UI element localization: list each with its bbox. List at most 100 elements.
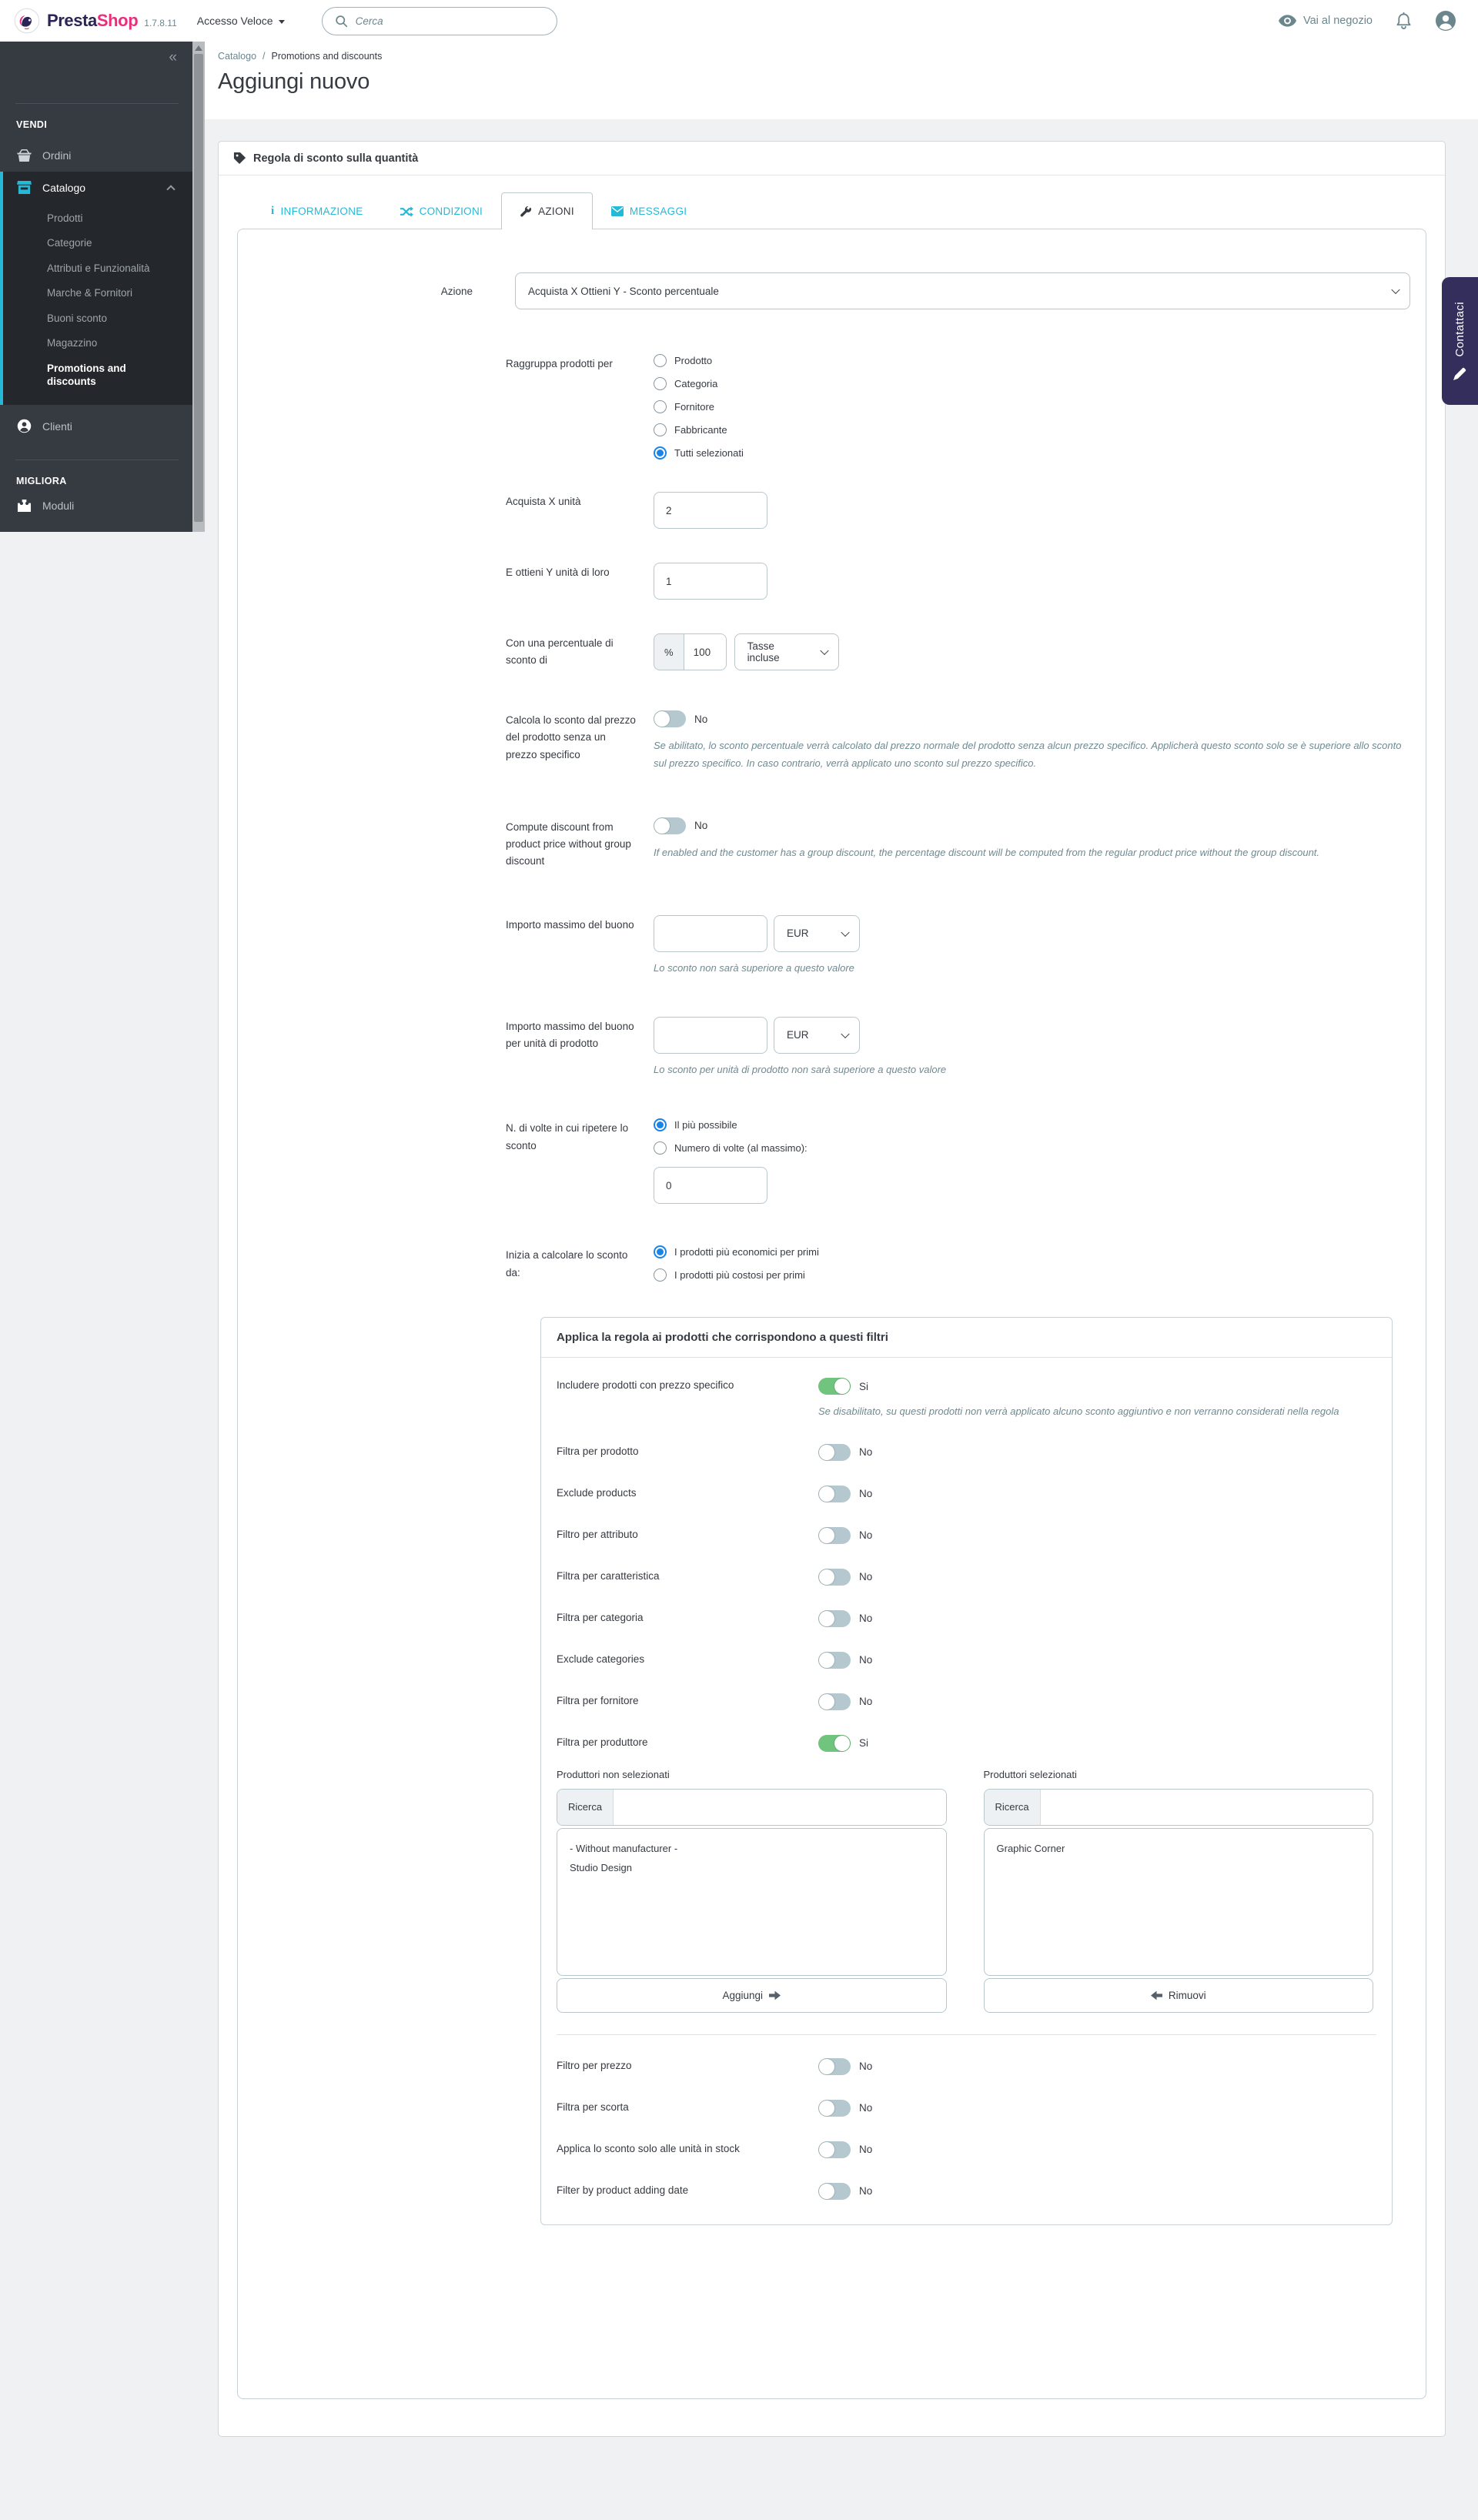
list-item[interactable]: - Without manufacturer - [570, 1839, 934, 1858]
exclude-categories-toggle[interactable] [818, 1652, 851, 1669]
add-manufacturer-button[interactable]: Aggiungi [557, 1978, 947, 2013]
radio-expensive-first[interactable]: I prodotti più costosi per primi [654, 1268, 1410, 1282]
percent-input[interactable] [684, 633, 727, 670]
repeat-label: N. di volte in cui ripetere lo sconto [506, 1118, 654, 1204]
radio-group-by-manufacturer[interactable]: Fabbricante [654, 423, 1410, 436]
buy-x-input[interactable] [654, 492, 767, 529]
radio-icon[interactable] [654, 423, 667, 436]
store-icon [16, 181, 32, 195]
radio-icon[interactable] [654, 1268, 667, 1282]
sidebar-item-products[interactable]: Prodotti [3, 206, 192, 231]
radio-checked-icon[interactable] [654, 1118, 667, 1131]
get-y-input[interactable] [654, 563, 767, 600]
sidebar-item-brands[interactable]: Marche & Fornitori [3, 281, 192, 306]
selected-search-input[interactable] [1041, 1790, 1373, 1825]
sidebar-item-modules[interactable]: Moduli [0, 496, 192, 522]
filter-product-toggle[interactable] [818, 1444, 851, 1461]
sidebar-item-customers[interactable]: Clienti [0, 409, 192, 443]
no-specific-price-help: Se abilitato, lo sconto percentuale verr… [654, 737, 1410, 773]
sidebar-item-attributes[interactable]: Attributi e Funzionalità [3, 256, 192, 281]
filter-stock-row: Filtra per scorta No [557, 2100, 1373, 2117]
search-input[interactable] [356, 15, 544, 27]
filter-supplier-toggle[interactable] [818, 1693, 851, 1710]
sidebar-collapse-button[interactable]: « [0, 42, 192, 66]
selected-manufacturers-title: Produttori selezionati [984, 1769, 1374, 1780]
unselected-search-input[interactable] [614, 1790, 945, 1825]
unselected-search-label: Ricerca [557, 1790, 614, 1825]
contact-us-tab[interactable]: Contattaci [1442, 277, 1478, 405]
radio-icon[interactable] [654, 1141, 667, 1155]
no-group-discount-toggle[interactable] [654, 817, 686, 834]
remove-manufacturer-button[interactable]: Rimuovi [984, 1978, 1374, 2013]
unselected-manufacturers-list[interactable]: - Without manufacturer - Studio Design [557, 1828, 947, 1976]
filter-price-toggle[interactable] [818, 2058, 851, 2075]
breadcrumb-parent[interactable]: Catalogo [218, 51, 256, 62]
view-shop-link[interactable]: Vai al negozio [1279, 15, 1373, 27]
filter-category-toggle[interactable] [818, 1610, 851, 1627]
sidebar-item-stock[interactable]: Magazzino [3, 331, 192, 356]
tab-condizioni[interactable]: CONDIZIONI [382, 192, 502, 229]
radio-checked-icon[interactable] [654, 446, 667, 460]
sidebar-section-improve: MIGLIORA [0, 460, 192, 496]
tab-azioni[interactable]: AZIONI [501, 192, 593, 229]
eye-icon [1279, 15, 1296, 27]
tax-select[interactable]: Tasse incluse [734, 633, 839, 670]
sidebar-item-promotions[interactable]: Promotions and discounts [3, 356, 165, 394]
radio-repeat-number[interactable]: Numero di volte (al massimo): [654, 1141, 1410, 1155]
radio-group-by-all-selected[interactable]: Tutti selezionati [654, 446, 1410, 460]
max-amount-unit-input[interactable] [654, 1017, 767, 1054]
group-by-label: Raggruppa prodotti per [506, 354, 654, 460]
repeat-number-input[interactable] [654, 1167, 767, 1204]
action-select[interactable]: Acquista X Ottieni Y - Sconto percentual… [515, 272, 1410, 309]
sidebar-scrollbar[interactable] [192, 42, 205, 532]
action-row: Azione Acquista X Ottieni Y - Sconto per… [238, 272, 1410, 309]
max-amount-input[interactable] [654, 915, 767, 952]
filter-adding-date-toggle[interactable] [818, 2183, 851, 2200]
tab-bar: i INFORMAZIONE CONDIZIONI [252, 192, 1426, 229]
sidebar-item-catalog[interactable]: Catalogo [3, 172, 192, 204]
arrow-right-icon [769, 1990, 781, 2000]
list-item[interactable]: Studio Design [570, 1858, 934, 1877]
sidebar-item-categories[interactable]: Categorie [3, 231, 192, 256]
page-header: Catalogo / Promotions and discounts Aggi… [205, 42, 1478, 119]
selected-manufacturers-list[interactable]: Graphic Corner [984, 1828, 1374, 1976]
radio-icon[interactable] [654, 377, 667, 390]
radio-checked-icon[interactable] [654, 1245, 667, 1258]
breadcrumb-current[interactable]: Promotions and discounts [272, 51, 383, 62]
user-avatar-icon[interactable] [1435, 10, 1456, 32]
filter-manufacturer-toggle[interactable] [818, 1735, 851, 1752]
radio-repeat-max[interactable]: Il più possibile [654, 1118, 1410, 1131]
radio-group-by-category[interactable]: Categoria [654, 377, 1410, 390]
discount-in-stock-toggle[interactable] [818, 2141, 851, 2158]
radio-cheapest-first[interactable]: I prodotti più economici per primi [654, 1245, 1410, 1258]
radio-icon[interactable] [654, 354, 667, 367]
no-specific-price-toggle[interactable] [654, 710, 686, 727]
filter-feature-toggle[interactable] [818, 1569, 851, 1586]
no-group-discount-help: If enabled and the customer has a group … [654, 844, 1410, 861]
radio-group-by-product[interactable]: Prodotto [654, 354, 1410, 367]
start-from-label: Inizia a calcolare lo sconto da: [506, 1245, 654, 1282]
global-search[interactable] [322, 7, 557, 35]
notifications-bell-icon[interactable] [1396, 12, 1412, 30]
include-specific-toggle[interactable] [818, 1378, 851, 1395]
filter-stock-toggle[interactable] [818, 2100, 851, 2117]
prestashop-logo[interactable]: PrestaShop [14, 8, 138, 34]
max-amount-unit-row: Importo massimo del buono per unità di p… [506, 1017, 1410, 1078]
scrollbar-thumb[interactable] [194, 54, 203, 522]
tab-messaggi[interactable]: MESSAGGI [593, 192, 705, 229]
list-item[interactable]: Graphic Corner [997, 1839, 1361, 1858]
quick-access-menu[interactable]: Accesso Veloce [197, 15, 285, 27]
tab-informazione[interactable]: i INFORMAZIONE [252, 192, 382, 229]
filter-attribute-toggle[interactable] [818, 1527, 851, 1544]
prestashop-squirrel-icon [14, 8, 40, 34]
max-amount-unit-currency-select[interactable]: EUR [774, 1017, 860, 1054]
radio-group-by-supplier[interactable]: Fornitore [654, 400, 1410, 413]
max-amount-currency-select[interactable]: EUR [774, 915, 860, 952]
sidebar-item-orders[interactable]: Ordini [0, 139, 192, 172]
chevron-down-icon [841, 1030, 849, 1038]
exclude-products-toggle[interactable] [818, 1486, 851, 1502]
radio-icon[interactable] [654, 400, 667, 413]
percent-input-group: % [654, 633, 727, 670]
sidebar-item-discounts[interactable]: Buoni sconto [3, 306, 192, 331]
person-icon [16, 419, 32, 433]
